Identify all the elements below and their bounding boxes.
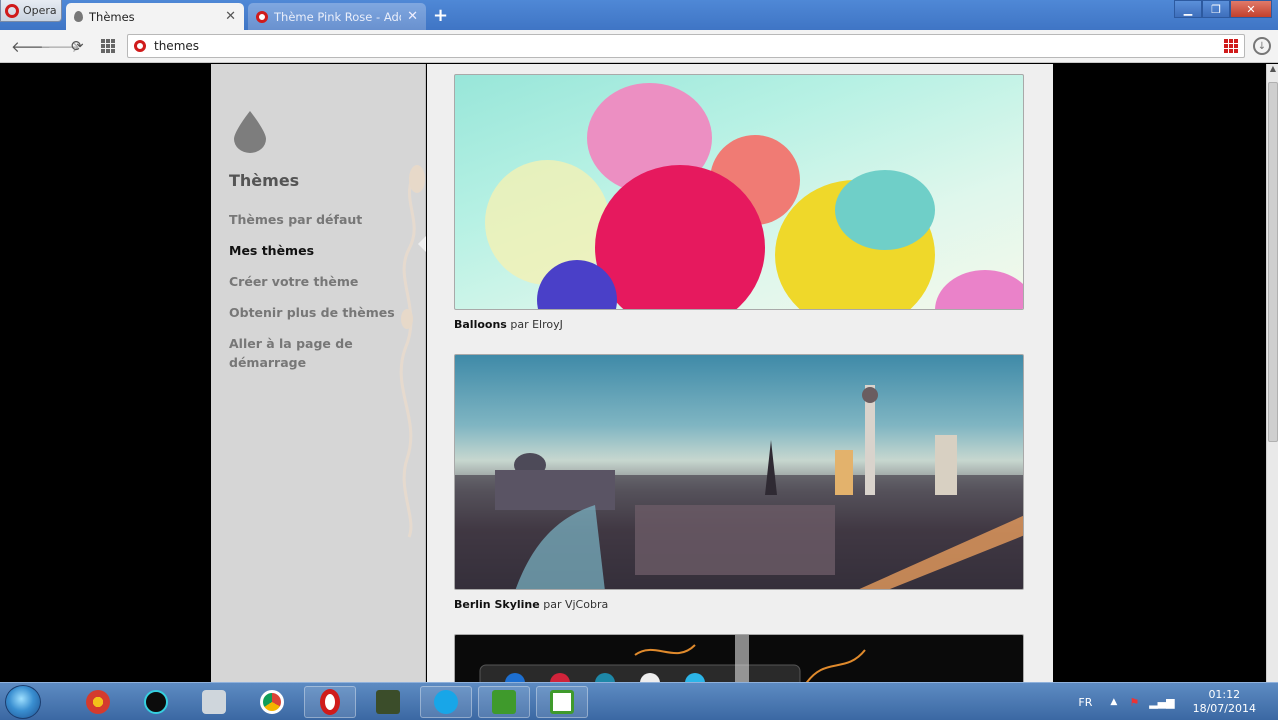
speed-dial-grid-icon[interactable]	[101, 39, 115, 53]
navigation-toolbar: 🡐 🡒 ⟳ themes ↓	[0, 30, 1278, 63]
chrome-logo-icon[interactable]	[72, 686, 124, 718]
tab-label: Thèmes	[89, 9, 135, 24]
decorative-swirl	[399, 165, 425, 538]
show-hidden-icons-icon[interactable]: ▲	[1110, 697, 1117, 707]
game-icon[interactable]	[362, 686, 414, 718]
start-button[interactable]	[5, 685, 41, 719]
opera-menu-label: Opera	[23, 4, 57, 17]
themes-drop-icon	[234, 111, 266, 153]
page-content: Thèmes Thèmes par défaut Mes thèmes Crée…	[0, 64, 1266, 682]
address-url: themes	[154, 39, 200, 53]
system-tray: FR ▲ ⚑ ▂▄▆ 01:12 18/07/2014	[1078, 683, 1278, 720]
balloon-shape	[835, 170, 935, 250]
theme-author: VjCobra	[564, 598, 609, 611]
sidebar-item-my-themes[interactable]: Mes thèmes	[229, 241, 404, 260]
sidebar-item-default-themes[interactable]: Thèmes par défaut	[229, 210, 404, 229]
scrollbar-thumb[interactable]	[1268, 82, 1278, 442]
opera-favicon-icon	[256, 10, 268, 23]
sidebar-title: Thèmes	[229, 171, 300, 190]
tab-themes[interactable]: Thèmes ✕	[66, 3, 244, 30]
minimize-button[interactable]: ▁	[1174, 0, 1202, 18]
opera-icon[interactable]	[304, 686, 356, 718]
theme-author: ElroyJ	[532, 318, 563, 331]
signal-strength-icon[interactable]: ▂▄▆	[1149, 696, 1174, 709]
sidebar-item-get-more-themes[interactable]: Obtenir plus de thèmes	[229, 303, 404, 322]
themes-drop-icon	[74, 11, 83, 22]
theme-by: par	[543, 598, 562, 611]
theme-thumbnail[interactable]	[454, 354, 1024, 590]
themes-sidebar: Thèmes Thèmes par défaut Mes thèmes Crée…	[211, 64, 426, 682]
opera-logo-icon	[5, 3, 19, 18]
scanner-icon[interactable]	[188, 686, 240, 718]
theme-thumbnail[interactable]	[454, 634, 1024, 682]
theme-card-berlin-skyline[interactable]: Berlin Skyline par VjCobra	[454, 354, 1024, 611]
tab-label: Thème Pink Rose - Add-o	[274, 9, 401, 24]
clock[interactable]: 01:12 18/07/2014	[1193, 688, 1256, 716]
sidebar-item-create-theme[interactable]: Créer votre thème	[229, 272, 404, 291]
new-tab-button[interactable]: +	[433, 5, 448, 26]
scroll-up-icon[interactable]: ▲	[1267, 64, 1278, 76]
theme-thumbnail[interactable]	[454, 74, 1024, 310]
window-controls: ▁ ❐ ✕	[1174, 0, 1272, 18]
theme-name: Balloons	[454, 318, 507, 331]
tab-bar: Opera Thèmes ✕ Thème Pink Rose - Add-o ✕…	[0, 0, 1278, 30]
opera-menu-button[interactable]: Opera	[0, 0, 62, 22]
themes-gallery: Balloons par ElroyJ Berlin Skyline par V…	[427, 64, 1053, 682]
opera-site-icon	[134, 40, 146, 52]
restore-button[interactable]: ❐	[1202, 0, 1230, 18]
stash-grid-icon[interactable]	[1224, 39, 1238, 53]
close-window-button[interactable]: ✕	[1230, 0, 1272, 18]
balloon-shape	[935, 270, 1023, 309]
windows-taskbar: FR ▲ ⚑ ▂▄▆ 01:12 18/07/2014	[0, 682, 1278, 720]
address-bar[interactable]: themes	[127, 34, 1245, 58]
language-indicator[interactable]: FR	[1078, 696, 1092, 709]
clock-date: 18/07/2014	[1192, 702, 1256, 715]
theme-card-balloons[interactable]: Balloons par ElroyJ	[454, 74, 1024, 331]
sidebar-item-start-page[interactable]: Aller à la page de démarrage	[229, 334, 404, 372]
selection-arrow	[418, 236, 426, 252]
chrome-icon[interactable]	[246, 686, 298, 718]
theme-caption: Berlin Skyline par VjCobra	[454, 598, 1024, 611]
media-player-icon[interactable]	[130, 686, 182, 718]
theme-by: par	[510, 318, 529, 331]
city-skyline-illustration	[455, 385, 1023, 589]
download-icon[interactable]: ↓	[1253, 37, 1271, 55]
camtasia-recorder-icon[interactable]	[536, 686, 588, 718]
page-scrollbar[interactable]: ▲	[1266, 64, 1278, 682]
network-warning-icon[interactable]: ⚑	[1129, 696, 1139, 709]
tab-close-icon[interactable]: ✕	[407, 9, 418, 24]
sidebar-menu: Thèmes par défaut Mes thèmes Créer votre…	[229, 210, 404, 384]
theme-card-dark[interactable]	[454, 634, 1024, 682]
reload-icon[interactable]: ⟳	[71, 37, 84, 55]
tab-pink-rose[interactable]: Thème Pink Rose - Add-o ✕	[248, 3, 426, 30]
tab-close-icon[interactable]: ✕	[225, 9, 236, 24]
skype-icon[interactable]	[420, 686, 472, 718]
clock-time: 01:12	[1208, 688, 1241, 701]
camtasia-icon[interactable]	[478, 686, 530, 718]
theme-name: Berlin Skyline	[454, 598, 540, 611]
theme-caption: Balloons par ElroyJ	[454, 318, 1024, 331]
dark-theme-illustration	[479, 635, 866, 682]
